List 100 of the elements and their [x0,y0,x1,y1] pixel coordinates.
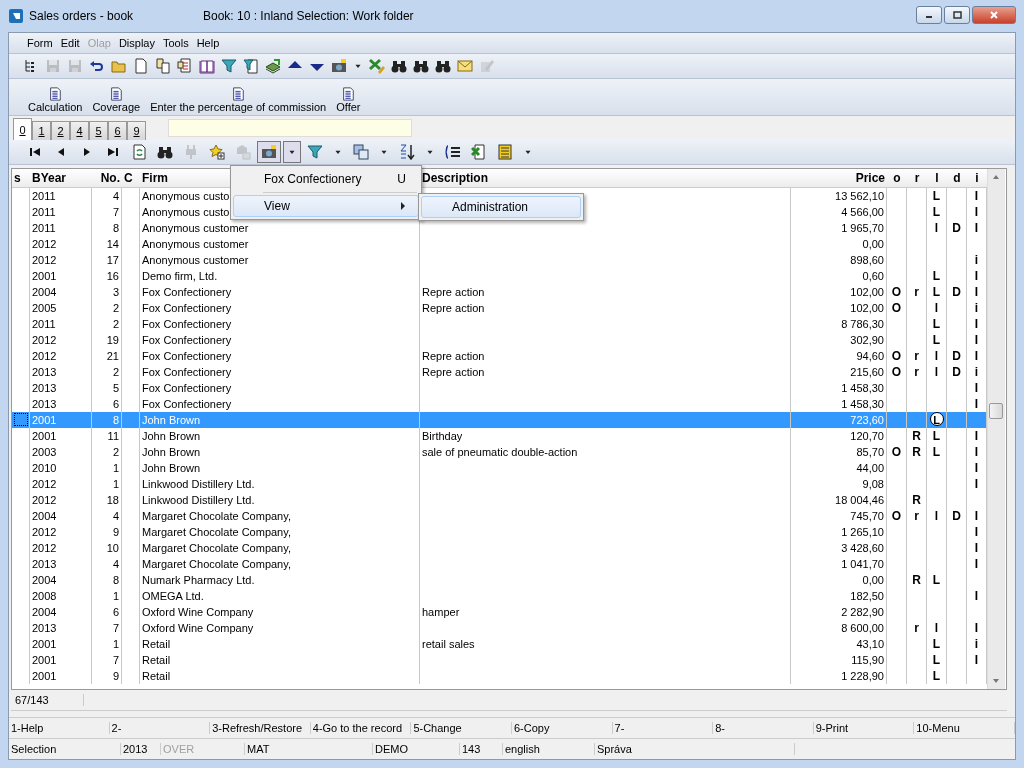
table-cell: r [907,508,927,524]
table-cell: R [907,572,927,588]
column-header[interactable]: C [122,169,140,187]
table-cell: 11 [92,428,122,444]
table-cell: L [927,332,947,348]
table-cell: 182,50 [791,588,887,604]
table-cell: 2012 [30,348,92,364]
column-header[interactable]: s [12,169,30,187]
table-cell: 2 282,90 [791,604,887,620]
table-cell: 2004 [30,604,92,620]
column-header[interactable]: r [907,169,927,187]
menu-item[interactable]: Administration [421,196,581,218]
table-cell: 10 [92,540,122,556]
tab[interactable]: 6 [108,121,127,140]
table-cell: l [927,620,947,636]
tab[interactable]: 2 [51,121,70,140]
menu-item[interactable]: View [233,195,419,217]
table-cell: 1 265,10 [791,524,887,540]
table-cell: John Brown [140,460,420,476]
table-cell: Repre action [420,284,791,300]
table-cell: Fox Confectionery [140,364,420,380]
table-cell: 2013 [30,380,92,396]
column-header[interactable]: i [967,169,987,187]
table-cell: O [887,348,907,364]
menu-item[interactable]: Display [114,37,159,49]
action-button[interactable]: Coverage [87,87,146,113]
table-cell: L [927,188,947,204]
table-cell: 2011 [30,204,92,220]
table-cell: 1 [92,476,122,492]
table-cell: l [927,508,947,524]
action-button[interactable]: Calculation [23,87,88,113]
function-key[interactable]: 10-Menu [914,722,1015,734]
table-cell: 2011 [30,316,92,332]
table-cell: r [907,620,927,636]
table-cell: Anonymous customer [140,252,420,268]
selected-row[interactable]: 2001 8 John Brown 723,60 L [12,412,987,428]
table-cell: 2001 [30,428,92,444]
table-cell: L [927,316,947,332]
table-cell: r [907,284,927,300]
table-cell: Fox Confectionery [140,316,420,332]
function-key[interactable]: 1-Help [9,722,110,734]
table-cell: L [929,412,944,426]
table-cell: 2001 [30,412,92,428]
status-field: Selection [9,743,121,755]
tab[interactable]: 4 [70,121,89,140]
table-cell: Margaret Chocolate Company, [140,556,420,572]
table-cell: D [947,348,967,364]
column-header[interactable]: l [927,169,947,187]
table-cell: Margaret Chocolate Company, [140,524,420,540]
menu-item[interactable]: Fox Confectionery U [233,168,419,190]
table-cell: 2 [92,300,122,316]
table-cell: 115,90 [791,652,887,668]
table-cell: 2012 [30,540,92,556]
column-header[interactable]: o [887,169,907,187]
action-button[interactable]: Offer [331,87,366,113]
column-header[interactable]: Price [791,169,887,187]
function-key[interactable]: 4-Go to the record [310,722,412,734]
table-cell: 2003 [30,444,92,460]
table-cell: Margaret Chocolate Company, [140,540,420,556]
function-key[interactable]: 8- [713,722,814,734]
menu-item[interactable]: Edit [56,37,84,49]
table-cell: 7 [92,652,122,668]
tab[interactable]: 1 [32,121,51,140]
table-cell: hamper [420,604,791,620]
function-key[interactable]: 3-Refresh/Restore [210,722,311,734]
column-header[interactable]: d [947,169,967,187]
table-cell: r [907,348,927,364]
table-cell: 4 566,00 [791,204,887,220]
table-cell: L [927,204,947,220]
table-cell: O [887,444,907,460]
table-cell: 7 [92,204,122,220]
table-cell: 2011 [30,188,92,204]
menu-item[interactable]: Form [23,37,57,49]
table-cell: 2012 [30,236,92,252]
table-cell: l [927,364,947,380]
column-header[interactable]: No. [92,169,122,187]
function-key[interactable]: 7- [612,722,714,734]
menu-item[interactable]: Help [192,37,224,49]
menu-item[interactable]: Tools [158,37,193,49]
table-cell: 102,00 [791,300,887,316]
status-field: DEMO [373,743,460,755]
function-key[interactable]: 2- [109,722,211,734]
function-key[interactable]: 5-Change [411,722,512,734]
table-cell: L [927,444,947,460]
status-field: Správa [595,743,795,755]
function-key[interactable]: 9-Print [813,722,915,734]
table-cell: Retail [140,668,420,684]
tab[interactable]: 0 [13,118,32,140]
action-button[interactable]: Enter the percentage of commission [145,87,332,113]
table-cell: 18 [92,492,122,508]
table-cell: 2004 [30,508,92,524]
table-cell: 8 786,30 [791,316,887,332]
table-cell: Repre action [420,300,791,316]
tab[interactable]: 5 [89,121,108,140]
tab[interactable]: 9 [127,121,146,140]
function-key[interactable]: 6-Copy [511,722,613,734]
table-cell: 3 [92,284,122,300]
column-header[interactable]: BYear [30,169,92,187]
table-cell: Fox Confectionery [140,348,420,364]
table-cell: retail sales [420,636,791,652]
